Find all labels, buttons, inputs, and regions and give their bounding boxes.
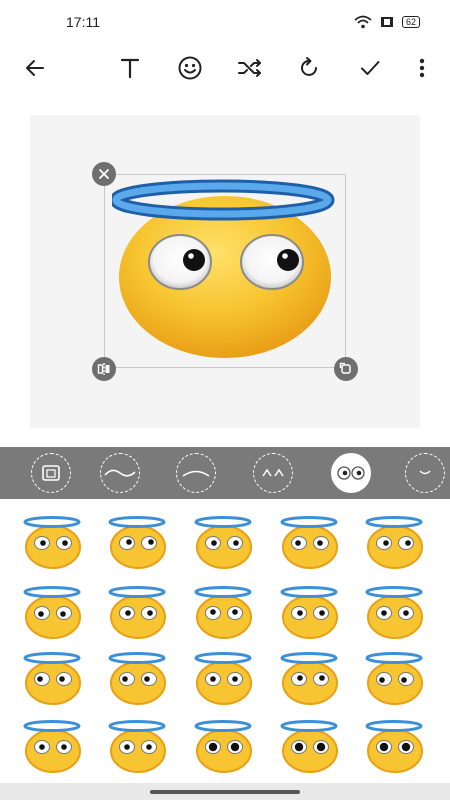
image-icon — [42, 465, 60, 481]
redo-button[interactable] — [294, 52, 326, 84]
style-mouth-button[interactable] — [405, 453, 445, 493]
halo-emoji-icon — [365, 652, 423, 705]
emoji-options-grid — [0, 500, 450, 785]
battery-indicator: 62 — [401, 16, 420, 28]
wave-icon — [104, 469, 136, 477]
halo-emoji-icon — [280, 586, 338, 639]
emoji-option[interactable] — [193, 718, 255, 774]
halo-emoji-icon — [280, 652, 338, 705]
style-brows-button[interactable] — [176, 453, 216, 493]
eyes-closed-icon — [262, 468, 284, 477]
text-icon — [120, 58, 140, 79]
back-arrow-icon — [26, 60, 44, 76]
emoji-option[interactable] — [193, 514, 255, 570]
halo-emoji-icon — [194, 720, 252, 773]
delete-sticker-button[interactable] — [92, 162, 116, 186]
halo-emoji-icon — [194, 516, 252, 569]
emoji-option[interactable] — [22, 718, 84, 774]
emoji-option[interactable] — [107, 650, 169, 706]
halo-emoji-preview[interactable] — [112, 178, 338, 360]
emoji-option[interactable] — [364, 514, 426, 570]
emoji-option[interactable] — [107, 584, 169, 640]
halo-emoji-icon — [108, 652, 166, 705]
emoji-option[interactable] — [22, 650, 84, 706]
more-options-button[interactable] — [406, 52, 438, 84]
halo-emoji-icon — [23, 516, 81, 569]
halo-emoji-icon — [280, 720, 338, 773]
emoji-option[interactable] — [22, 514, 84, 570]
redo-icon — [301, 57, 317, 76]
brows-icon — [182, 470, 210, 477]
confirm-button[interactable] — [354, 52, 386, 84]
style-image-button[interactable] — [31, 453, 71, 493]
emoji-option[interactable] — [279, 584, 341, 640]
emoji-option[interactable] — [364, 584, 426, 640]
emoji-option[interactable] — [364, 718, 426, 774]
emoji-option[interactable] — [279, 514, 341, 570]
status-time: 17:11 — [66, 14, 100, 30]
emoji-option[interactable] — [193, 584, 255, 640]
more-vertical-icon — [419, 58, 425, 78]
editor-toolbar — [0, 46, 450, 90]
wifi-icon — [354, 15, 372, 29]
checkmark-icon — [361, 61, 380, 75]
halo-emoji-icon — [23, 652, 81, 705]
halo-emoji-icon — [108, 586, 166, 639]
halo-emoji-icon — [365, 586, 423, 639]
status-bar: 17:11 62 — [0, 0, 450, 44]
navigation-bar — [0, 783, 450, 800]
emoji-option[interactable] — [279, 718, 341, 774]
sim-icon — [380, 17, 393, 27]
emoji-option[interactable] — [193, 650, 255, 706]
shuffle-icon — [238, 59, 261, 77]
halo-emoji-icon — [108, 720, 166, 773]
resize-rotate-icon — [339, 362, 351, 374]
halo-emoji-icon — [23, 720, 81, 773]
resize-sticker-button[interactable] — [334, 357, 358, 381]
halo-emoji-icon — [365, 516, 423, 569]
halo-emoji-icon — [194, 652, 252, 705]
style-eyes-closed-button[interactable] — [253, 453, 293, 493]
emoji-option[interactable] — [22, 584, 84, 640]
flip-sticker-button[interactable] — [92, 357, 116, 381]
halo-emoji-icon — [280, 516, 338, 569]
text-button[interactable] — [114, 52, 146, 84]
style-eyes-button[interactable] — [331, 453, 371, 493]
emoji-option[interactable] — [107, 514, 169, 570]
emoji-option[interactable] — [107, 718, 169, 774]
status-icons: 62 — [354, 15, 420, 29]
emoji-button[interactable] — [174, 52, 206, 84]
halo-emoji-icon — [194, 586, 252, 639]
emoji-option[interactable] — [279, 650, 341, 706]
halo-emoji-icon — [108, 516, 166, 569]
halo-emoji-icon — [365, 720, 423, 773]
eyes-icon — [337, 466, 365, 480]
flip-icon — [97, 363, 110, 375]
style-wave-button[interactable] — [100, 453, 140, 493]
emoji-option[interactable] — [364, 650, 426, 706]
shuffle-button[interactable] — [234, 52, 266, 84]
feature-style-strip — [0, 447, 450, 499]
mouth-icon — [419, 470, 431, 475]
emoji-icon — [178, 56, 202, 80]
halo-emoji-icon — [23, 586, 81, 639]
back-button[interactable] — [19, 52, 51, 84]
home-indicator[interactable] — [150, 790, 300, 794]
close-icon — [99, 169, 109, 179]
